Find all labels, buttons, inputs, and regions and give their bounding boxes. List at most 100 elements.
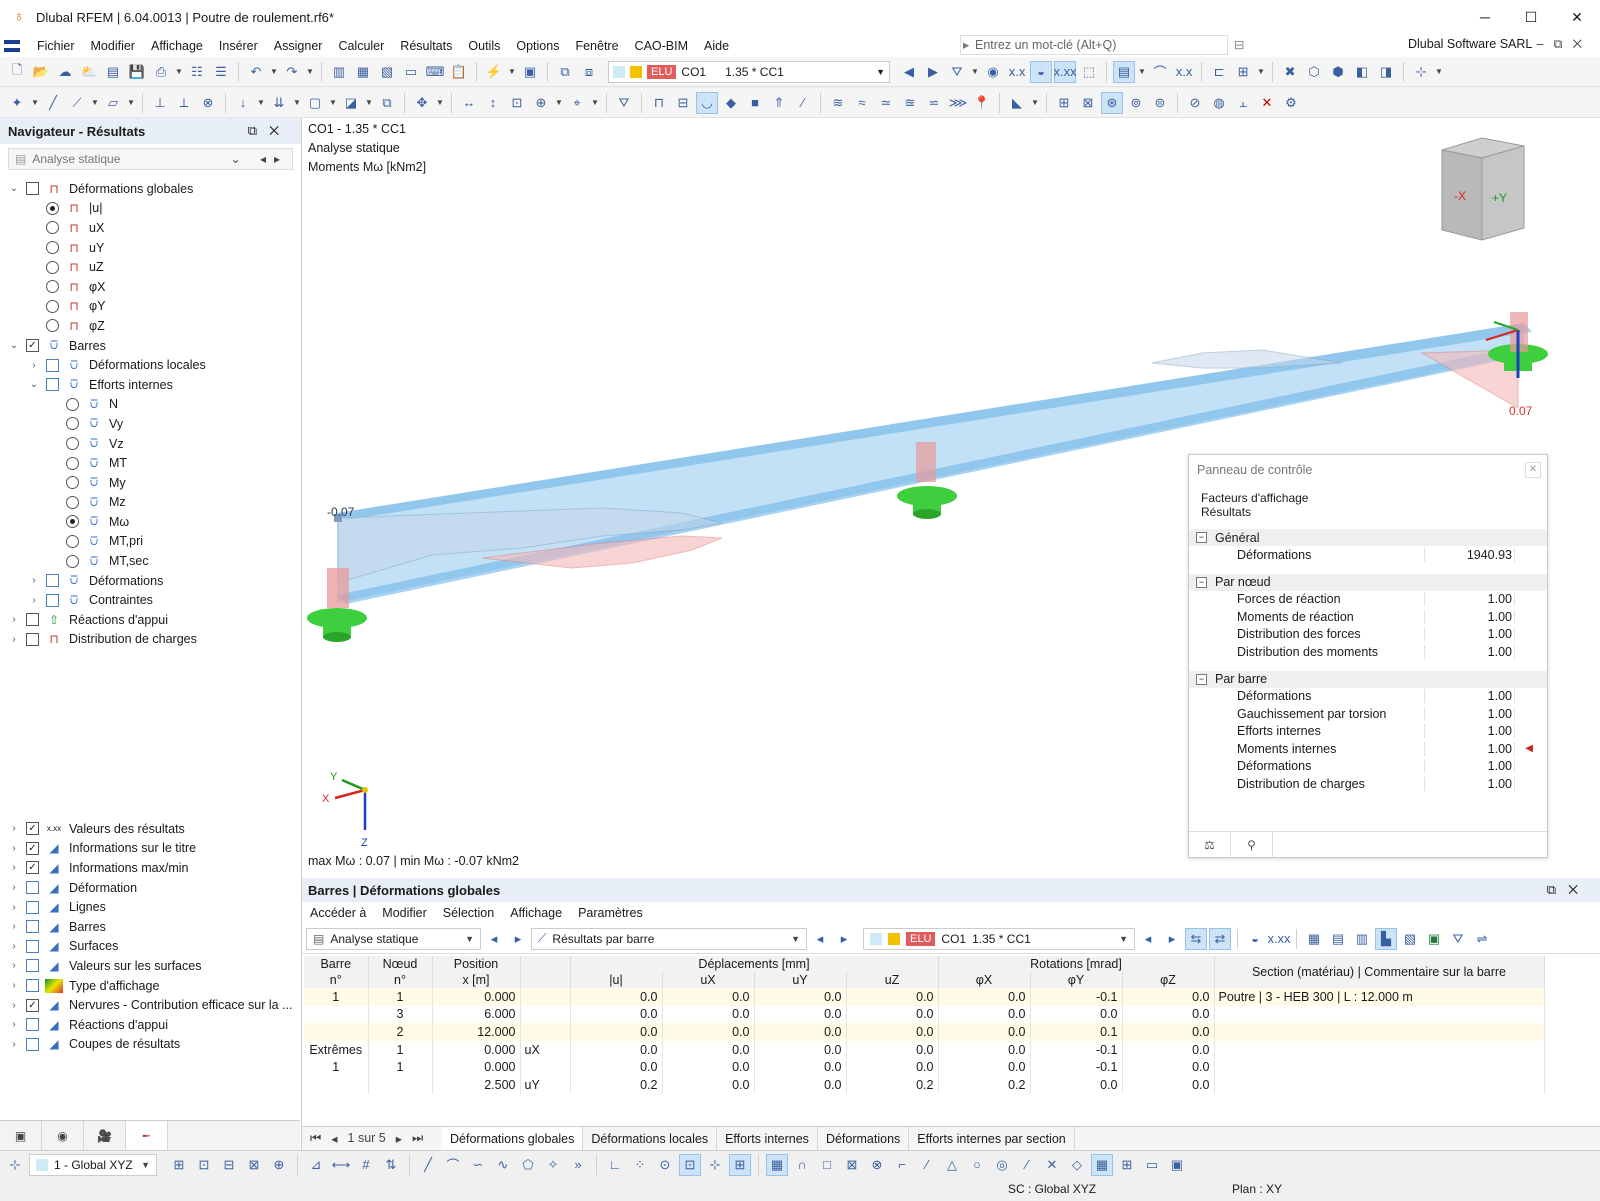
- cloud-share-icon[interactable]: ⛅: [78, 61, 100, 83]
- display-option[interactable]: › ◢ Barres: [0, 917, 300, 937]
- print-icon[interactable]: ⎙: [150, 61, 172, 83]
- tree-node[interactable]: ⊓ uX: [0, 218, 300, 238]
- search-options-icon[interactable]: ⊟: [1234, 37, 1244, 52]
- next-page-icon[interactable]: ▸: [396, 1131, 402, 1146]
- tab-display-icon[interactable]: ◉: [42, 1121, 84, 1151]
- show-results-icon[interactable]: ◒: [1244, 928, 1266, 950]
- radio-button[interactable]: [66, 437, 79, 451]
- tab-data-icon[interactable]: ▣: [0, 1121, 42, 1151]
- draw-spline-icon[interactable]: ∿: [492, 1154, 514, 1176]
- prev-analysis-icon[interactable]: ◂: [483, 928, 505, 950]
- open-file-icon[interactable]: 📂: [30, 61, 52, 83]
- draw-arc-icon[interactable]: ⌒: [442, 1154, 464, 1176]
- checkbox[interactable]: [26, 1037, 39, 1051]
- tree-node[interactable]: ⩂ Vz: [0, 434, 300, 454]
- collapsed-chevron-icon[interactable]: ›: [28, 360, 40, 371]
- tab-views-icon[interactable]: 🎥: [84, 1121, 126, 1151]
- show-results-icon[interactable]: ◉: [982, 61, 1004, 83]
- control-row-value[interactable]: 1.00: [1425, 776, 1515, 791]
- table-row[interactable]: 1 1 0.000 0.0 0.0 0.0 0.0 0.0 -0.1 0.0 Poutre | 3 …: [304, 988, 1545, 1006]
- member-load-icon[interactable]: ⇊: [268, 92, 290, 114]
- checkbox[interactable]: [26, 1018, 39, 1032]
- node-icon[interactable]: ✦: [6, 92, 28, 114]
- table-row[interactable]: 1 1 0.000 0.0 0.0 0.0 0.0 0.0 -0.1 0.0: [304, 1058, 1545, 1076]
- view-side-icon[interactable]: ◨: [1375, 61, 1397, 83]
- snap-end-icon[interactable]: ⊞: [729, 1153, 751, 1176]
- coordinate-icon[interactable]: ⊕: [530, 92, 552, 114]
- control-row-value[interactable]: 1.00: [1425, 741, 1515, 756]
- surface-result-icon[interactable]: ◆: [720, 92, 742, 114]
- snap-node-icon[interactable]: ⊙: [654, 1154, 676, 1176]
- view-3d-icon[interactable]: ⬡: [1303, 61, 1325, 83]
- tab-efforts-par-section[interactable]: Efforts internes par section: [909, 1126, 1075, 1151]
- console-icon[interactable]: ▭: [400, 61, 422, 83]
- tree-node[interactable]: ⩂ MT: [0, 453, 300, 473]
- display-option[interactable]: › ◢ Déformation: [0, 878, 300, 898]
- diamond-icon[interactable]: ◇: [1066, 1154, 1088, 1176]
- prev-page-icon[interactable]: ◂: [331, 1131, 337, 1146]
- workplane-icon[interactable]: ⊹: [4, 1154, 26, 1176]
- menu-options[interactable]: Options: [508, 39, 567, 53]
- circle-icon[interactable]: ○: [966, 1154, 988, 1176]
- square-icon[interactable]: □: [816, 1154, 838, 1176]
- draw-star-icon[interactable]: ✧: [542, 1154, 564, 1176]
- line-support-icon[interactable]: ⟂: [173, 92, 195, 114]
- undo-icon[interactable]: ↶: [245, 61, 267, 83]
- measure-icon[interactable]: ⊿: [305, 1154, 327, 1176]
- load-case-selector[interactable]: ELU CO1 1.35 * CC1 ▼: [608, 60, 891, 83]
- last-page-icon[interactable]: ⏭: [412, 1131, 423, 1146]
- collapsed-chevron-icon[interactable]: ›: [28, 575, 40, 586]
- tree-node[interactable]: › ⇧ Réactions d'appui: [0, 610, 300, 630]
- control-row-value[interactable]: 1.00: [1425, 609, 1515, 624]
- checkbox[interactable]: [26, 881, 39, 895]
- frame-view-icon[interactable]: ⊓: [648, 92, 670, 114]
- camera-icon[interactable]: ▣: [1166, 1154, 1188, 1176]
- filter-icon[interactable]: ⛛: [946, 61, 968, 83]
- dimension-icon[interactable]: ⟷: [330, 1154, 352, 1176]
- checkbox[interactable]: [26, 998, 39, 1012]
- display-option[interactable]: › x.xx Valeurs des résultats: [0, 819, 300, 839]
- checkbox[interactable]: [26, 841, 39, 855]
- wire2-icon[interactable]: ≈: [851, 92, 873, 114]
- control-section-header[interactable]: − Par barre: [1189, 670, 1547, 688]
- sync-view-icon[interactable]: ⇄: [1209, 927, 1231, 950]
- grid-dots-icon[interactable]: ⁘: [629, 1154, 651, 1176]
- tree-node[interactable]: ⩂ Vy: [0, 414, 300, 434]
- snap-object3-icon[interactable]: ⊜: [1149, 92, 1171, 114]
- analysis-type-arrows[interactable]: ⌄ ◂▸: [231, 152, 288, 166]
- snap-grid-icon[interactable]: ⊠: [1077, 92, 1099, 114]
- menu-fichier[interactable]: Fichier: [29, 39, 83, 53]
- values-xxx-icon[interactable]: x.xx: [1267, 928, 1290, 950]
- display-option[interactable]: › ◢ Surfaces: [0, 937, 300, 957]
- tree-node[interactable]: ⩂ MT,pri: [0, 532, 300, 552]
- menu-cao-bim[interactable]: CAO-BIM: [627, 39, 696, 53]
- calculate-icon[interactable]: ⚡: [483, 61, 505, 83]
- surface-icon[interactable]: ▱: [102, 92, 124, 114]
- display-option[interactable]: › ◢ Informations sur le titre: [0, 839, 300, 859]
- view-front-icon[interactable]: ◧: [1351, 61, 1373, 83]
- member-result-icon[interactable]: ◡: [696, 91, 718, 114]
- menu-outils[interactable]: Outils: [460, 39, 508, 53]
- table-columns-icon[interactable]: ▧: [1399, 928, 1421, 950]
- section-icon[interactable]: ⊏: [1208, 61, 1230, 83]
- result-table-icon[interactable]: ▣: [519, 61, 541, 83]
- collapsed-chevron-icon[interactable]: ›: [28, 595, 40, 606]
- radio-button[interactable]: [66, 417, 79, 431]
- menu-aide[interactable]: Aide: [696, 39, 737, 53]
- radio-button[interactable]: [66, 476, 79, 490]
- filter-settings-icon[interactable]: ⚲: [1231, 832, 1273, 857]
- table-row[interactable]: 2 12.000 0.0 0.0 0.0 0.0 0.0 0.1 0.0: [304, 1023, 1545, 1041]
- draw-more-icon[interactable]: »: [567, 1154, 589, 1176]
- results-panel-controls[interactable]: ⧉✕: [1547, 882, 1590, 898]
- radio-button[interactable]: [66, 534, 79, 548]
- redo-icon[interactable]: ↷: [281, 61, 303, 83]
- snap-object2-icon[interactable]: ⊚: [1125, 92, 1147, 114]
- guide-icon[interactable]: ⊡: [506, 92, 528, 114]
- tab-deformations-locales[interactable]: Déformations locales: [583, 1126, 718, 1151]
- snap-points-icon[interactable]: ⊡: [193, 1154, 215, 1176]
- draw-polygon-icon[interactable]: ⬠: [517, 1154, 539, 1176]
- draw-line-icon[interactable]: ╱: [417, 1154, 439, 1176]
- table-export-icon[interactable]: ▤: [1327, 928, 1349, 950]
- display-option[interactable]: › Type d'affichage: [0, 976, 300, 996]
- control-row-value[interactable]: 1.00: [1425, 689, 1515, 704]
